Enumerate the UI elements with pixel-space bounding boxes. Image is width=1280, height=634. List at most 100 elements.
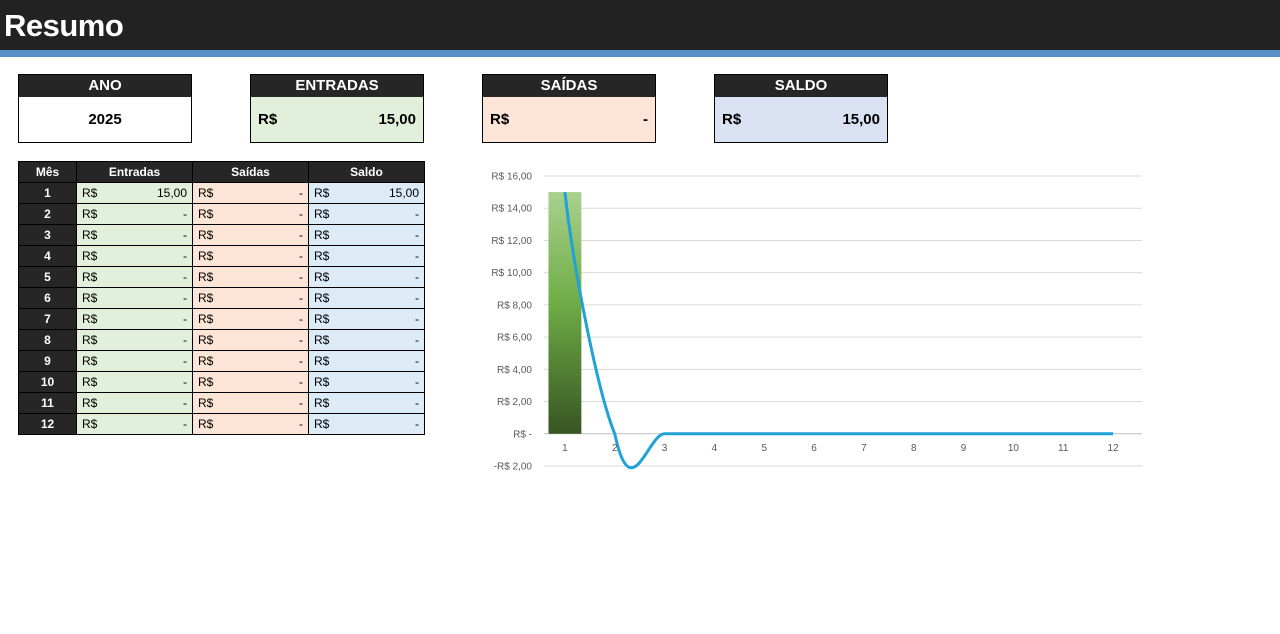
entradas-cell-currency: R$ — [82, 375, 98, 389]
entradas-cell-value: - — [183, 375, 187, 389]
x-tick-label: 11 — [1058, 443, 1069, 454]
saidas-cell-currency: R$ — [198, 270, 214, 284]
table-row: 8 R$ - R$ - R$ - — [18, 329, 425, 351]
entradas-cell[interactable]: R$ - — [76, 392, 193, 414]
saldo-cell[interactable]: R$ - — [308, 371, 425, 393]
y-tick-label: R$ 12,00 — [491, 236, 532, 247]
saldo-cell[interactable]: R$ - — [308, 329, 425, 351]
saldo-cell[interactable]: R$ - — [308, 266, 425, 288]
mes-cell[interactable]: 7 — [18, 308, 77, 330]
saidas-cell-value: - — [299, 270, 303, 284]
saldo-cell-value: - — [415, 375, 419, 389]
entradas-cell[interactable]: R$ - — [76, 245, 193, 267]
saidas-cell[interactable]: R$ - — [192, 245, 309, 267]
saldo-cell[interactable]: R$ - — [308, 224, 425, 246]
saidas-cell-currency: R$ — [198, 333, 214, 347]
saldo-cell[interactable]: R$ - — [308, 287, 425, 309]
mes-cell[interactable]: 1 — [18, 182, 77, 204]
entradas-cell-value: - — [183, 312, 187, 326]
entradas-cell-value: - — [183, 291, 187, 305]
entradas-cell[interactable]: R$ - — [76, 350, 193, 372]
y-tick-label: R$ 4,00 — [497, 365, 532, 376]
saidas-cell-value: - — [299, 228, 303, 242]
mes-cell[interactable]: 9 — [18, 350, 77, 372]
header-saldo[interactable]: Saldo — [308, 161, 425, 183]
mes-cell[interactable]: 3 — [18, 224, 77, 246]
saidas-cell[interactable]: R$ - — [192, 224, 309, 246]
saidas-cell-value: - — [299, 207, 303, 221]
saldo-cell-currency: R$ — [314, 270, 330, 284]
saidas-cell-value: - — [299, 333, 303, 347]
ano-card-label: ANO — [19, 75, 191, 97]
entradas-cell[interactable]: R$ 15,00 — [76, 182, 193, 204]
saldo-cell[interactable]: R$ 15,00 — [308, 182, 425, 204]
mes-cell[interactable]: 6 — [18, 287, 77, 309]
entradas-cell[interactable]: R$ - — [76, 371, 193, 393]
saldo-cell-currency: R$ — [314, 375, 330, 389]
saldo-cell-currency: R$ — [314, 396, 330, 410]
entradas-cell[interactable]: R$ - — [76, 308, 193, 330]
x-tick-label: 6 — [811, 443, 817, 454]
header-entradas[interactable]: Entradas — [76, 161, 193, 183]
table-row: 2 R$ - R$ - R$ - — [18, 203, 425, 225]
mes-cell[interactable]: 10 — [18, 371, 77, 393]
entradas-cell-value: - — [183, 228, 187, 242]
entradas-cell-currency: R$ — [82, 354, 98, 368]
entradas-cell[interactable]: R$ - — [76, 203, 193, 225]
y-tick-label: R$ 8,00 — [497, 300, 532, 311]
entradas-card: ENTRADAS R$ 15,00 — [250, 74, 424, 143]
ano-card-value[interactable]: 2025 — [19, 111, 191, 128]
saldo-cell-value: - — [415, 312, 419, 326]
entradas-cell[interactable]: R$ - — [76, 287, 193, 309]
saldo-cell[interactable]: R$ - — [308, 308, 425, 330]
entradas-card-value[interactable]: 15,00 — [378, 111, 416, 128]
mes-cell[interactable]: 12 — [18, 413, 77, 435]
saldo-card-value[interactable]: 15,00 — [842, 111, 880, 128]
saldo-cell-currency: R$ — [314, 249, 330, 263]
x-tick-label: 9 — [961, 443, 967, 454]
table-row: 9 R$ - R$ - R$ - — [18, 350, 425, 372]
saidas-cell[interactable]: R$ - — [192, 350, 309, 372]
saidas-cell[interactable]: R$ - — [192, 203, 309, 225]
saldo-cell[interactable]: R$ - — [308, 350, 425, 372]
saidas-cell[interactable]: R$ - — [192, 329, 309, 351]
saidas-cell-currency: R$ — [198, 312, 214, 326]
entradas-cell-currency: R$ — [82, 207, 98, 221]
saldo-cell[interactable]: R$ - — [308, 245, 425, 267]
mes-cell[interactable]: 2 — [18, 203, 77, 225]
saidas-cell[interactable]: R$ - — [192, 413, 309, 435]
saidas-cell[interactable]: R$ - — [192, 287, 309, 309]
x-tick-label: 12 — [1108, 443, 1120, 454]
mes-cell[interactable]: 4 — [18, 245, 77, 267]
saidas-cell[interactable]: R$ - — [192, 182, 309, 204]
entradas-card-currency: R$ — [258, 111, 278, 128]
saidas-cell[interactable]: R$ - — [192, 371, 309, 393]
entradas-cell[interactable]: R$ - — [76, 329, 193, 351]
saidas-cell-value: - — [299, 186, 303, 200]
header-mes[interactable]: Mês — [18, 161, 77, 183]
table-row: 1 R$ 15,00 R$ - R$ 15,00 — [18, 182, 425, 204]
saidas-cell[interactable]: R$ - — [192, 308, 309, 330]
saidas-card-value[interactable]: - — [643, 111, 648, 128]
mes-cell[interactable]: 5 — [18, 266, 77, 288]
saldo-cell[interactable]: R$ - — [308, 203, 425, 225]
saldo-cell[interactable]: R$ - — [308, 392, 425, 414]
entradas-cell[interactable]: R$ - — [76, 266, 193, 288]
mes-cell[interactable]: 8 — [18, 329, 77, 351]
header-saidas[interactable]: Saídas — [192, 161, 309, 183]
saidas-cell[interactable]: R$ - — [192, 266, 309, 288]
saidas-cell-value: - — [299, 375, 303, 389]
entradas-cell[interactable]: R$ - — [76, 413, 193, 435]
saldo-cell-value: - — [415, 396, 419, 410]
x-tick-label: 7 — [861, 443, 867, 454]
table-header-row: Mês Entradas Saídas Saldo — [18, 161, 425, 183]
saldo-cell[interactable]: R$ - — [308, 413, 425, 435]
entradas-cell[interactable]: R$ - — [76, 224, 193, 246]
y-tick-label: R$ 14,00 — [491, 204, 532, 215]
table-row: 5 R$ - R$ - R$ - — [18, 266, 425, 288]
saidas-cell-currency: R$ — [198, 291, 214, 305]
saidas-cell-value: - — [299, 354, 303, 368]
saidas-cell[interactable]: R$ - — [192, 392, 309, 414]
mes-cell[interactable]: 11 — [18, 392, 77, 414]
table-row: 6 R$ - R$ - R$ - — [18, 287, 425, 309]
